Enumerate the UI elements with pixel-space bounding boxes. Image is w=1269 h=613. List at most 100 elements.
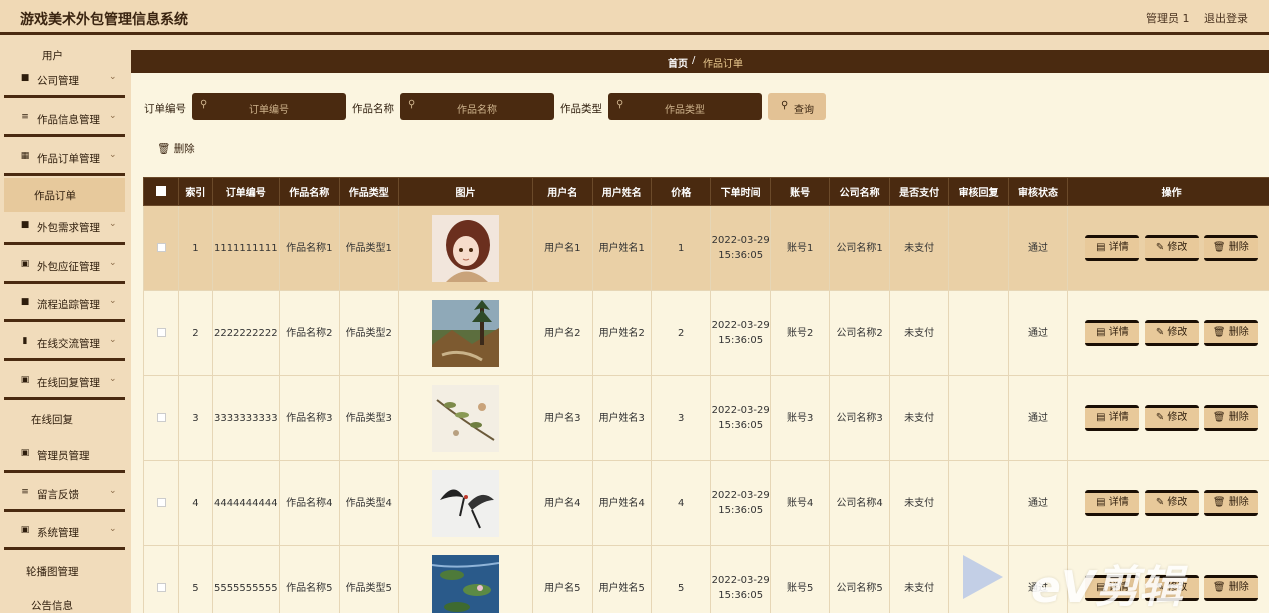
artwork-thumbnail[interactable] xyxy=(432,299,500,367)
detail-button[interactable]: ▤ 详情 xyxy=(1085,235,1140,261)
col-header: 作品名称 xyxy=(279,177,340,206)
row-select-cell[interactable] xyxy=(142,545,180,613)
sidebar-item-tracking[interactable]: ■ 流程追踪管理 ⌄ xyxy=(4,287,125,322)
work-type-input[interactable]: ⚲ 作品类型 xyxy=(608,93,762,120)
trash-icon: 🗑 xyxy=(1212,412,1229,423)
artwork-thumbnail[interactable] xyxy=(432,469,500,537)
order-no-placeholder: 订单编号 xyxy=(249,105,289,116)
detail-button[interactable]: ▤ 详情 xyxy=(1085,405,1140,431)
work-type-cell: 作品类型3 xyxy=(338,375,399,461)
index-cell: 5 xyxy=(178,545,213,613)
delete-button[interactable]: 🗑 删除 xyxy=(1203,405,1258,431)
work-name-input[interactable]: ⚲ 作品名称 xyxy=(400,93,554,120)
username-cell: 用户名4 xyxy=(532,460,593,546)
detail-label: 详情 xyxy=(1108,327,1129,338)
sidebar-sub-carousel[interactable]: 轮播图管理 xyxy=(4,554,125,588)
app-title: 游戏美术外包管理信息系统 xyxy=(20,12,188,28)
paid-cell: 未支付 xyxy=(888,290,950,376)
chevron-down-icon: ⌄ xyxy=(109,296,117,306)
query-button[interactable]: ⚲ 查询 xyxy=(768,93,826,120)
delete-button[interactable]: 🗑 删除 xyxy=(1203,490,1258,516)
order-no-cell: 4444444444 xyxy=(211,460,281,546)
row-checkbox[interactable] xyxy=(156,243,166,252)
chevron-down-icon: ⌄ xyxy=(109,72,117,82)
delete-button[interactable]: 🗑 删除 xyxy=(1203,320,1258,346)
sidebar-item-feedback[interactable]: ≡ 留言反馈 ⌄ xyxy=(4,477,125,512)
chevron-down-icon: ⌄ xyxy=(109,374,117,384)
status-cell: 通过 xyxy=(1007,375,1069,461)
breadcrumb-home[interactable]: 首页 xyxy=(668,55,688,70)
row-select-cell[interactable] xyxy=(142,290,180,376)
sidebar-sub-order[interactable]: 作品订单 xyxy=(4,178,125,212)
apps-icon: ▣ xyxy=(20,448,30,458)
select-all-checkbox[interactable] xyxy=(156,186,167,196)
artwork-thumbnail[interactable] xyxy=(432,554,500,613)
row-select-cell[interactable] xyxy=(142,460,180,546)
sidebar-item-reply[interactable]: ▣ 在线回复管理 ⌄ xyxy=(4,365,125,400)
col-header: 账号 xyxy=(769,177,831,206)
price-cell: 3 xyxy=(650,375,712,461)
work-type-cell: 作品类型2 xyxy=(338,290,399,376)
index-cell: 4 xyxy=(178,460,213,546)
delete-button[interactable]: 🗑 删除 xyxy=(1203,235,1258,261)
document-icon: ▤ xyxy=(1096,327,1109,338)
sidebar-sub-label: 在线回复 xyxy=(31,414,73,426)
delete-label: 删除 xyxy=(1228,582,1249,593)
trash-icon: 🗑 xyxy=(1212,327,1229,338)
sidebar-item-company[interactable]: ■ 公司管理 ⌄ xyxy=(4,63,125,98)
table-row[interactable]: 4 4444444444 作品名称4 作品类型4 用户名4 用户姓名4 4 20… xyxy=(142,460,1269,546)
row-checkbox[interactable] xyxy=(156,413,166,422)
sidebar-item-system[interactable]: ▣ 系统管理 ⌄ xyxy=(4,515,125,550)
row-select-cell[interactable] xyxy=(142,375,180,461)
sidebar-item-orders[interactable]: ▦ 作品订单管理 ⌄ xyxy=(4,141,125,176)
sidebar-item-works[interactable]: ≡ 作品信息管理 ⌄ xyxy=(4,102,125,137)
edit-button[interactable]: ✎ 修改 xyxy=(1144,235,1199,261)
sidebar-item-demand[interactable]: ■ 外包需求管理 ⌄ xyxy=(4,210,125,245)
artwork-thumbnail[interactable] xyxy=(432,214,500,282)
paid-cell: 未支付 xyxy=(888,205,950,291)
admin-user-label[interactable]: 管理员 1 xyxy=(1146,10,1190,26)
price-cell: 2 xyxy=(650,290,712,376)
book-icon: ■ xyxy=(20,297,30,307)
table-row[interactable]: 1 1111111111 作品名称1 作品类型1 用户名1 用户姓名1 1 20… xyxy=(142,205,1269,291)
edit-button[interactable]: ✎ 修改 xyxy=(1144,405,1199,431)
row-checkbox[interactable] xyxy=(156,583,166,592)
batch-delete-button[interactable]: 🗑 删除 xyxy=(157,141,195,156)
detail-button[interactable]: ▤ 详情 xyxy=(1085,320,1140,346)
book-icon: ■ xyxy=(20,220,30,230)
col-header: 价格 xyxy=(650,177,712,206)
apps-icon: ▣ xyxy=(20,525,30,535)
artwork-thumbnail[interactable] xyxy=(432,384,500,452)
order-no-input[interactable]: ⚲ 订单编号 xyxy=(192,93,346,120)
trash-icon: 🗑 xyxy=(1212,582,1229,593)
grid-icon: ▦ xyxy=(20,151,30,161)
company-cell: 公司名称2 xyxy=(829,290,890,376)
row-checkbox[interactable] xyxy=(156,328,166,337)
image-cell xyxy=(397,460,534,546)
detail-button[interactable]: ▤ 详情 xyxy=(1085,490,1140,516)
sidebar-item-applications[interactable]: ▣ 外包应征管理 ⌄ xyxy=(4,249,125,284)
list-icon: ≡ xyxy=(21,112,29,122)
select-all-cell[interactable] xyxy=(142,177,180,206)
col-header: 用户姓名 xyxy=(591,177,652,206)
sidebar-item-chat[interactable]: ▮ 在线交流管理 ⌄ xyxy=(4,326,125,361)
edit-button[interactable]: ✎ 修改 xyxy=(1144,320,1199,346)
app-header: 游戏美术外包管理信息系统 管理员 1 退出登录 xyxy=(0,0,1269,35)
col-header: 下单时间 xyxy=(710,177,771,206)
edit-button[interactable]: ✎ 修改 xyxy=(1144,490,1199,516)
delete-button[interactable]: 🗑 删除 xyxy=(1203,575,1258,601)
sidebar-sub-reply[interactable]: 在线回复 xyxy=(4,402,125,436)
table-row[interactable]: 2 2222222222 作品名称2 作品类型2 用户名2 用户姓名2 2 20… xyxy=(142,290,1269,376)
image-cell xyxy=(397,290,534,376)
logout-link[interactable]: 退出登录 xyxy=(1204,10,1248,26)
table-row[interactable]: 3 3333333333 作品名称3 作品类型3 用户名3 用户姓名3 3 20… xyxy=(142,375,1269,461)
sidebar-sub-notice[interactable]: 公告信息 xyxy=(4,588,125,613)
trash-icon: 🗑 xyxy=(1212,497,1229,508)
chevron-down-icon: ⌄ xyxy=(109,111,117,121)
row-select-cell[interactable] xyxy=(142,205,180,291)
index-cell: 3 xyxy=(178,375,213,461)
actions-cell: ▤ 详情 ✎ 修改 🗑 删除 xyxy=(1067,460,1269,546)
work-type-label: 作品类型 xyxy=(560,103,602,115)
row-checkbox[interactable] xyxy=(156,498,166,507)
sidebar-item-admin[interactable]: ▣ 管理员管理 xyxy=(4,438,125,473)
